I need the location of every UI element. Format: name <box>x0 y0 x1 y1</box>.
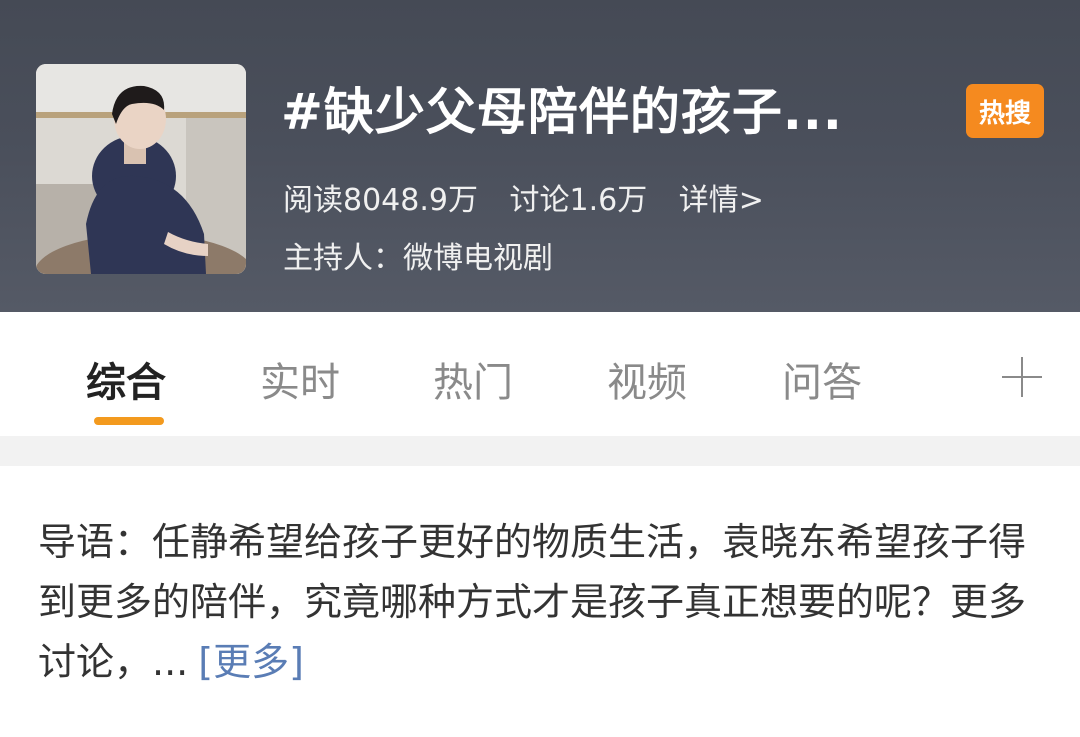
topic-title: #缺少父母陪伴的孩子... <box>281 83 843 141</box>
active-tab-indicator <box>94 417 164 425</box>
discussion-count: 讨论1.6万 <box>509 183 648 218</box>
more-link[interactable]: [更多] <box>198 640 304 684</box>
tab-comprehensive[interactable]: 综合 <box>86 350 166 408</box>
tab-video[interactable]: 视频 <box>607 350 687 408</box>
topic-tabs: 综合 实时 热门 视频 问答 <box>0 312 1080 436</box>
tab-realtime[interactable]: 实时 <box>260 350 340 408</box>
topic-stats: 阅读8048.9万 讨论1.6万 详情> <box>283 175 786 219</box>
topic-intro: 导语：任静希望给孩子更好的物质生活，袁晓东希望孩子得到更多的陪伴，究竟哪种方式才… <box>38 512 1038 692</box>
tab-hot[interactable]: 热门 <box>433 350 513 408</box>
topic-header: #缺少父母陪伴的孩子... 热搜 阅读8048.9万 讨论1.6万 详情> 主持… <box>0 0 1080 312</box>
topic-cover-image[interactable] <box>36 64 246 274</box>
plus-icon[interactable] <box>1002 357 1042 397</box>
details-link[interactable]: 详情> <box>679 183 764 218</box>
hot-search-badge: 热搜 <box>966 84 1044 138</box>
topic-host[interactable]: 主持人：微博电视剧 <box>283 233 553 277</box>
intro-text: 导语：任静希望给孩子更好的物质生活，袁晓东希望孩子得到更多的陪伴，究竟哪种方式才… <box>38 520 1027 684</box>
section-divider <box>0 436 1080 466</box>
tab-qa[interactable]: 问答 <box>782 350 862 408</box>
read-count: 阅读8048.9万 <box>283 183 478 218</box>
topic-page: #缺少父母陪伴的孩子... 热搜 阅读8048.9万 讨论1.6万 详情> 主持… <box>0 0 1080 737</box>
